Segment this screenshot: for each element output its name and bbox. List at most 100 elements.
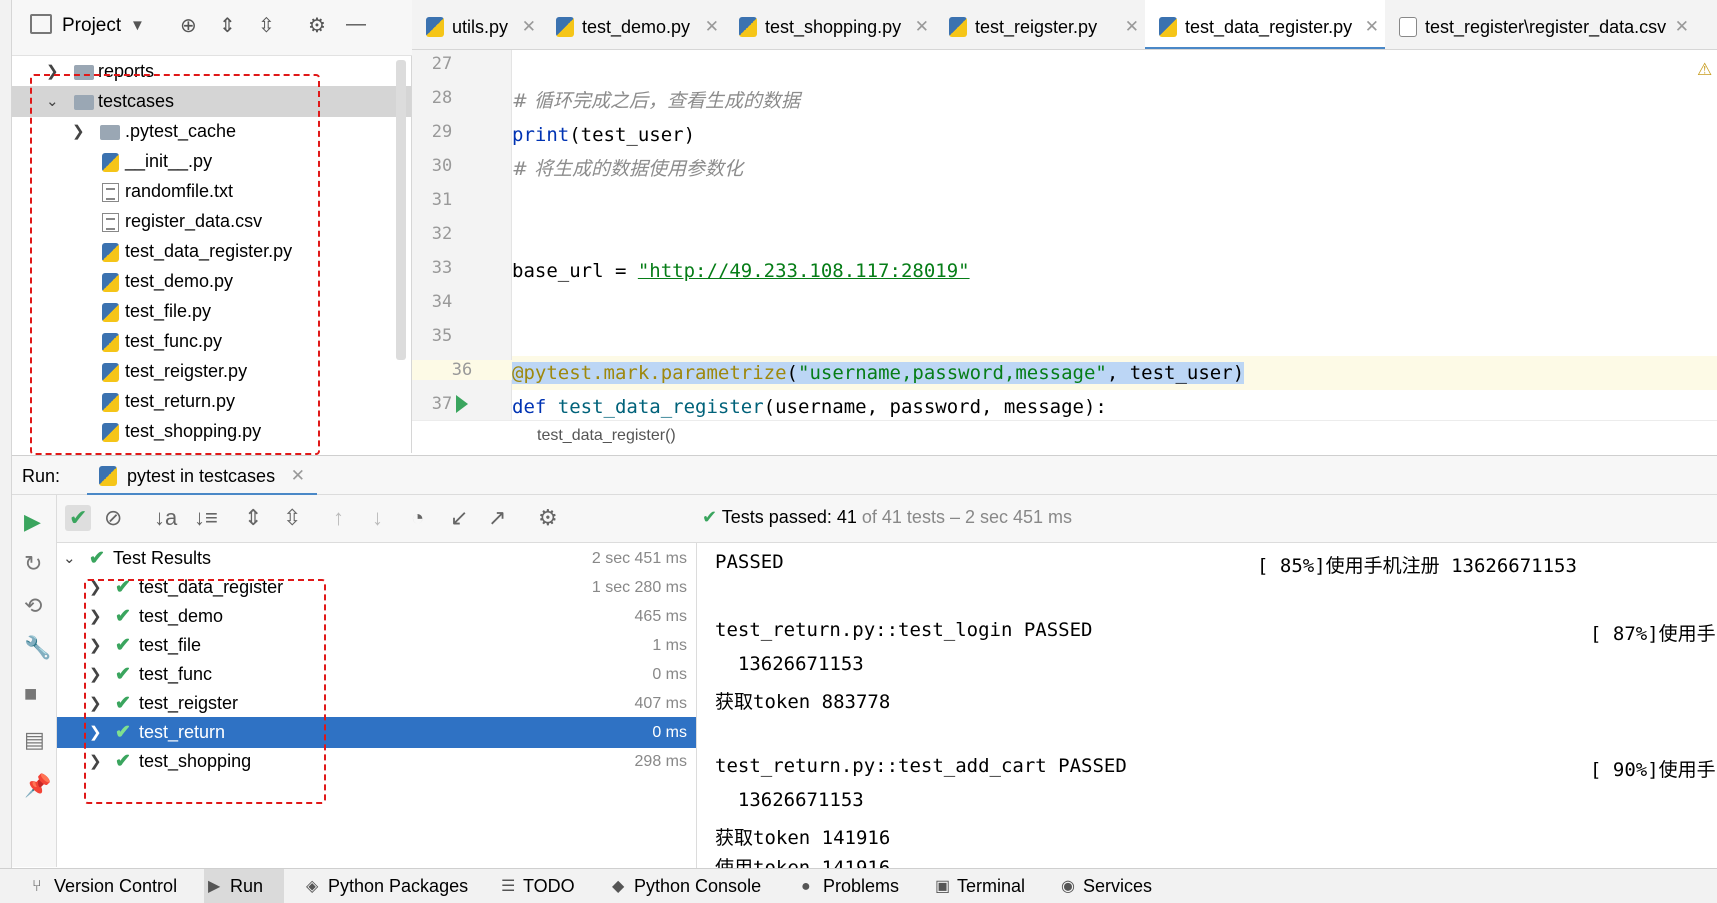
test-duration: 407 ms bbox=[634, 695, 687, 712]
tool-python-packages[interactable]: ◈ Python Packages bbox=[302, 869, 468, 903]
stop-icon[interactable]: ■ bbox=[24, 681, 37, 707]
test-results-root[interactable]: ⌄ ✔ Test Results 2 sec 451 ms bbox=[57, 543, 696, 574]
line-number: 29 bbox=[431, 122, 453, 142]
wrench-icon[interactable]: 🔧 bbox=[24, 635, 51, 661]
code-line-def: def test_data_register(username, passwor… bbox=[512, 390, 1107, 424]
test-duration: 0 ms bbox=[652, 724, 687, 741]
tool-window-bar: ⑂ Version Control ▶ Run ◈ Python Packages ☰… bbox=[0, 868, 1717, 903]
tool-python-console[interactable]: ◆ Python Console bbox=[608, 869, 761, 903]
code-string: "username,password,message" bbox=[798, 362, 1107, 384]
tool-terminal[interactable]: ▣ Terminal bbox=[931, 869, 1025, 903]
console-output[interactable]: PASSED [ 85%]使用手机注册 13626671153 test_ret… bbox=[697, 543, 1717, 868]
code-string-url[interactable]: "http://49.233.108.117:28019" bbox=[638, 260, 970, 282]
project-title[interactable]: Project bbox=[62, 15, 121, 37]
gear-icon[interactable]: ⚙ bbox=[538, 505, 558, 531]
run-icon: ▶ bbox=[208, 878, 221, 895]
import-tests-icon[interactable]: ↙ bbox=[450, 505, 468, 531]
code-editor[interactable]: # 循环完成之后，查看生成的数据 print(test_user) # 将生成的… bbox=[512, 50, 1717, 450]
sort-alphabetically-icon[interactable]: ↓a bbox=[154, 505, 177, 531]
chevron-down-icon[interactable]: ⌄ bbox=[63, 543, 76, 574]
python-console-icon: ◆ bbox=[612, 878, 625, 895]
test-duration: 1 sec 280 ms bbox=[591, 579, 687, 596]
console-line: PASSED bbox=[715, 551, 784, 573]
line-number: 36 bbox=[412, 360, 512, 380]
services-icon: ◉ bbox=[1061, 878, 1075, 895]
line-number: 35 bbox=[431, 326, 453, 346]
tab-test-reigster[interactable]: test_reigster.py ✕ bbox=[935, 0, 1145, 49]
close-icon[interactable]: ✕ bbox=[915, 0, 929, 49]
tab-test-shopping[interactable]: test_shopping.py ✕ bbox=[725, 0, 935, 49]
annotation-box-files bbox=[30, 74, 320, 455]
code-text: (username, password, message): bbox=[763, 396, 1107, 418]
export-tests-icon[interactable]: ↗ bbox=[488, 505, 506, 531]
tool-services[interactable]: ◉ Services bbox=[1057, 869, 1152, 903]
tab-pytest-in-testcases[interactable]: pytest in testcases ✕ bbox=[87, 456, 317, 496]
tool-version-control[interactable]: ⑂ Version Control bbox=[28, 869, 177, 903]
code-function-name: test_data_register bbox=[557, 396, 764, 418]
tool-problems[interactable]: ● Problems bbox=[797, 869, 899, 903]
run-label: Run: bbox=[22, 466, 61, 486]
project-icon bbox=[30, 14, 52, 34]
expand-all-icon[interactable]: ⇕ bbox=[244, 505, 262, 531]
tab-test-data-register[interactable]: test_data_register.py ✕ bbox=[1145, 0, 1385, 49]
tab-label: test_reigster.py bbox=[975, 17, 1098, 37]
warning-icon[interactable]: ⚠ bbox=[1697, 60, 1712, 80]
tab-register-data-csv[interactable]: test_register\register_data.csv ✕ bbox=[1385, 0, 1695, 49]
tab-utils[interactable]: utils.py ✕ bbox=[412, 0, 542, 49]
rerun-failed-icon[interactable]: ↻ bbox=[24, 551, 42, 577]
run-gutter-icon[interactable] bbox=[456, 395, 468, 413]
chevron-down-icon[interactable]: ▼ bbox=[130, 17, 145, 34]
minimize-icon[interactable]: — bbox=[346, 13, 366, 36]
close-icon[interactable]: ✕ bbox=[1365, 0, 1379, 49]
toggle-auto-test-icon[interactable]: ⟲ bbox=[24, 593, 42, 619]
sort-by-duration-icon[interactable]: ↓≡ bbox=[194, 505, 218, 531]
code-keyword: print bbox=[512, 124, 570, 146]
gear-icon[interactable]: ⚙ bbox=[308, 13, 326, 38]
code-comment: # 循环完成之后，查看生成的数据 bbox=[512, 90, 800, 112]
close-icon[interactable]: ✕ bbox=[291, 456, 305, 496]
run-side-toolbar: ▶ ↻ ⟲ 🔧 ■ ▤ 📌 bbox=[12, 495, 57, 867]
line-number-gutter: 27 28 29 30 31 32 33 34 35 36 37 bbox=[412, 50, 512, 450]
show-ignored-icon[interactable]: ⊘ bbox=[104, 505, 122, 531]
close-icon[interactable]: ✕ bbox=[705, 0, 719, 49]
problems-icon: ● bbox=[801, 878, 811, 895]
tree-scrollbar[interactable] bbox=[396, 60, 406, 360]
close-icon[interactable]: ✕ bbox=[1125, 0, 1139, 49]
collapse-all-icon[interactable]: ⇳ bbox=[258, 13, 275, 38]
collapse-all-icon[interactable]: ⇳ bbox=[283, 505, 301, 531]
close-icon[interactable]: ✕ bbox=[522, 0, 536, 49]
history-icon[interactable]: ◔ bbox=[411, 505, 424, 531]
test-runner-toolbar: ✔ ⊘ ↓a ↓≡ ⇕ ⇳ ↑ ↓ ◔ ↙ ↗ ⚙ ✔ Tests passed… bbox=[57, 495, 1717, 543]
check-icon: ✔ bbox=[89, 548, 105, 569]
expand-all-icon[interactable]: ⇕ bbox=[219, 13, 236, 38]
tab-test-demo[interactable]: test_demo.py ✕ bbox=[542, 0, 725, 49]
test-duration: 298 ms bbox=[634, 753, 687, 770]
tool-todo[interactable]: ☰ TODO bbox=[497, 869, 575, 903]
console-line: 获取token 883778 bbox=[715, 691, 891, 713]
pin-icon[interactable]: 📌 bbox=[24, 773, 51, 799]
console-line-progress: [ 85%]使用手机注册 13626671153 bbox=[1257, 555, 1577, 577]
tool-run[interactable]: ▶ Run bbox=[204, 869, 284, 903]
next-failed-icon[interactable]: ↓ bbox=[372, 505, 383, 531]
python-run-icon bbox=[99, 466, 117, 486]
console-line-progress: [ 87%]使用手 bbox=[1590, 623, 1716, 645]
breadcrumb-item[interactable]: test_data_register() bbox=[537, 427, 676, 445]
python-file-icon bbox=[426, 17, 444, 37]
tab-label: test_data_register.py bbox=[1185, 17, 1353, 37]
layout-icon[interactable]: ▤ bbox=[24, 727, 45, 753]
locate-icon[interactable]: ⊕ bbox=[180, 13, 197, 38]
previous-failed-icon[interactable]: ↑ bbox=[333, 505, 344, 531]
console-line: test_return.py::test_add_cart PASSED bbox=[715, 755, 1127, 777]
tab-label: pytest in testcases bbox=[127, 466, 276, 486]
show-passed-icon[interactable]: ✔ bbox=[65, 505, 92, 531]
test-duration: 0 ms bbox=[652, 666, 687, 683]
check-icon: ✔ bbox=[702, 507, 718, 527]
line-number: 34 bbox=[431, 292, 453, 312]
rerun-icon[interactable]: ▶ bbox=[24, 509, 41, 535]
close-icon[interactable]: ✕ bbox=[1675, 0, 1689, 49]
tool-label: Version Control bbox=[54, 876, 178, 896]
tool-label: Run bbox=[230, 876, 264, 896]
tab-label: test_register\register_data.csv bbox=[1425, 17, 1667, 37]
code-comment: # 将生成的数据使用参数化 bbox=[512, 158, 743, 180]
tests-passed-count: Tests passed: 41 bbox=[721, 507, 857, 527]
